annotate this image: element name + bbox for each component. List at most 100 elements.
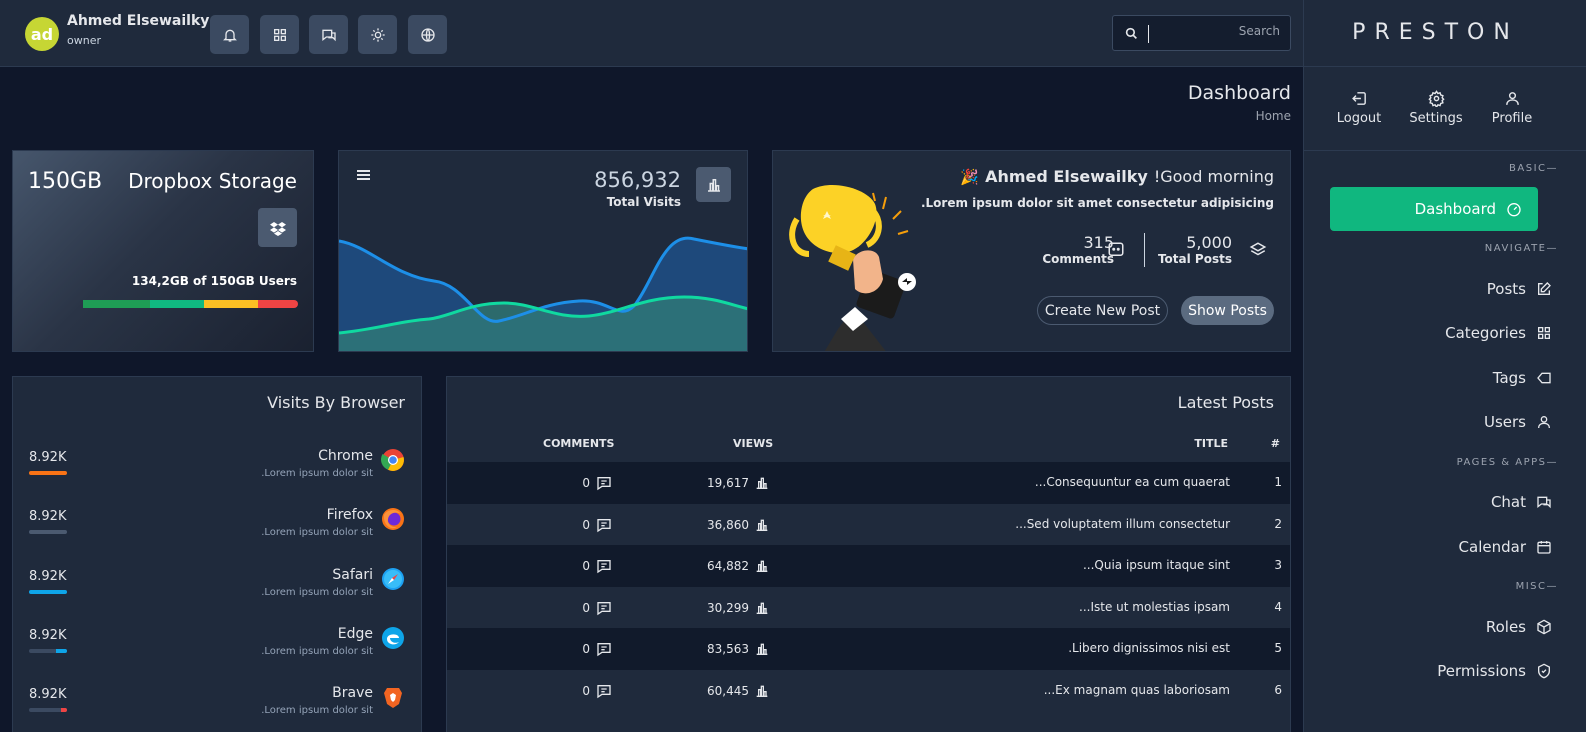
table-row[interactable]: 0 19,617 ...Consequuntur ea cum quaerat 1 <box>447 462 1290 504</box>
table-row[interactable]: 0 64,882 ...Quia ipsum itaque sint 3 <box>447 545 1290 587</box>
table-row[interactable]: 0 83,563 .Libero dignissimos nisi est 5 <box>447 628 1290 670</box>
dropbox-button[interactable] <box>258 208 297 247</box>
sidebar-item-label: Chat <box>1490 493 1526 511</box>
bar-chart-icon <box>756 477 768 489</box>
sidebar-item-dashboard[interactable]: Dashboard <box>1330 187 1538 231</box>
user-icon <box>1538 416 1550 429</box>
layers-icon <box>1249 242 1267 256</box>
browser-progress <box>29 649 67 653</box>
sidebar-item-tags[interactable]: Tags <box>1493 369 1552 387</box>
sidebar-item-roles[interactable]: Roles <box>1486 618 1552 636</box>
browser-desc: .Lorem ipsum dolor sit <box>261 705 373 716</box>
sidebar-item-label: Tags <box>1492 369 1526 387</box>
search-input[interactable] <box>1160 24 1280 38</box>
views-count: 83,563 <box>707 642 749 656</box>
browser-row-safari: 8.92K Safari .Lorem ipsum dolor sit <box>13 567 421 619</box>
globe-icon <box>420 27 435 42</box>
browser-name: Brave <box>332 685 373 701</box>
profile-button[interactable]: Profile <box>1472 90 1552 126</box>
page-title: Dashboard <box>1187 82 1291 104</box>
party-icon: 🎉 <box>960 167 980 186</box>
post-title[interactable]: ...Quia ipsum itaque sint <box>1083 558 1230 572</box>
browser-name: Safari <box>332 567 373 583</box>
table-row[interactable]: 0 36,860 ...Sed voluptatem illum consectet… <box>447 503 1290 546</box>
show-posts-button[interactable]: Show Posts <box>1181 296 1274 325</box>
messages-button[interactable] <box>309 15 348 54</box>
apps-button[interactable] <box>260 15 299 54</box>
settings-button[interactable]: Settings <box>1396 90 1476 126</box>
bar-chart-icon <box>756 560 768 572</box>
dashboard-icon <box>1507 203 1521 217</box>
cube-icon <box>1537 619 1551 635</box>
greeting: 🎉 Ahmed Elsewailky !Good morning <box>960 167 1274 186</box>
column-header-views[interactable]: VIEWS <box>733 437 773 450</box>
total-visits-value: 856,932 <box>594 168 681 192</box>
sun-icon <box>370 27 385 42</box>
chat-icon <box>1537 496 1551 509</box>
sidebar-item-categories[interactable]: Categories <box>1445 324 1552 342</box>
latest-posts-title: Latest Posts <box>1177 393 1274 412</box>
calendar-icon <box>1537 541 1551 554</box>
table-row[interactable]: 0 60,445 ...Ex magnam quas laboriosam 6 <box>447 669 1290 712</box>
browser-value: 8.92K <box>29 628 67 643</box>
sidebar-item-chat[interactable]: Chat <box>1491 493 1552 511</box>
post-title[interactable]: ...Ex magnam quas laboriosam <box>1044 683 1230 697</box>
column-header-comments[interactable]: COMMENTS <box>543 437 614 450</box>
total-visits-label: Total Visits <box>606 195 681 209</box>
welcome-subtitle: .Lorem ipsum dolor sit amet consectetur … <box>920 196 1274 210</box>
create-new-post-button[interactable]: Create New Post <box>1037 296 1168 325</box>
brand-logo[interactable]: PRESTON <box>1304 20 1567 45</box>
logout-button[interactable]: Logout <box>1319 90 1399 126</box>
chart-button[interactable] <box>696 167 731 202</box>
column-header-title[interactable]: TITLE <box>1194 437 1228 450</box>
menu-icon[interactable] <box>357 169 371 181</box>
post-number: 3 <box>1274 558 1282 572</box>
post-title[interactable]: .Libero dignissimos nisi est <box>1068 641 1230 655</box>
browser-value: 8.92K <box>29 569 67 584</box>
theme-toggle-button[interactable] <box>358 15 397 54</box>
sidebar-divider <box>1304 150 1586 151</box>
language-button[interactable] <box>408 15 447 54</box>
browser-visits-card: Visits By Browser 8.92K Chrome .Lorem ip… <box>12 376 422 732</box>
user-name: Ahmed Elsewailky <box>67 13 210 29</box>
edge-icon <box>382 627 404 649</box>
sidebar: PRESTON Logout Settings Profile BASIC— N… <box>1303 0 1586 732</box>
total-posts-stat: 5,000 Total Posts <box>1158 233 1232 266</box>
post-title[interactable]: ...Consequuntur ea cum quaerat <box>1035 475 1230 489</box>
bell-icon <box>222 29 237 42</box>
firefox-icon <box>382 508 404 530</box>
visits-area-chart <box>339 236 747 351</box>
browser-value: 8.92K <box>29 509 67 524</box>
column-header-number[interactable]: # <box>1271 437 1280 450</box>
browser-row-edge: 8.92K Edge .Lorem ipsum dolor sit <box>13 626 421 678</box>
sidebar-item-calendar[interactable]: Calendar <box>1459 538 1552 556</box>
browser-desc: .Lorem ipsum dolor sit <box>261 468 373 479</box>
views-count: 30,299 <box>707 600 749 615</box>
post-title[interactable]: ...Sed voluptatem illum consectetur <box>1015 517 1230 531</box>
sidebar-divider <box>1304 66 1586 67</box>
logout-label: Logout <box>1336 111 1382 126</box>
sidebar-item-users[interactable]: Users <box>1484 413 1552 431</box>
views-count: 36,860 <box>707 517 749 532</box>
edit-icon <box>1538 282 1551 295</box>
browser-name: Firefox <box>326 507 373 523</box>
sidebar-item-posts[interactable]: Posts <box>1487 280 1552 298</box>
breadcrumb[interactable]: Home <box>1256 109 1291 123</box>
post-title[interactable]: ...Iste ut molestias ipsam <box>1079 600 1230 614</box>
browser-visits-title: Visits By Browser <box>267 393 405 412</box>
logout-icon <box>1351 92 1366 105</box>
storage-bar-segment <box>83 300 150 308</box>
tag-icon <box>1537 372 1551 384</box>
sidebar-item-permissions[interactable]: Permissions <box>1437 662 1552 680</box>
section-label-basic: BASIC— <box>1509 163 1558 174</box>
browser-value: 8.92K <box>29 450 67 465</box>
browser-desc: .Lorem ipsum dolor sit <box>261 527 373 538</box>
search-box[interactable] <box>1112 15 1291 51</box>
notifications-button[interactable] <box>210 15 249 54</box>
visits-card: 856,932 Total Visits <box>338 150 748 352</box>
search-icon <box>1125 27 1137 39</box>
browser-progress <box>29 590 67 594</box>
avatar[interactable]: ad <box>25 17 59 51</box>
welcome-card: 🎉 Ahmed Elsewailky !Good morning .Lorem … <box>772 150 1291 352</box>
table-row[interactable]: 0 30,299 ...Iste ut molestias ipsam 4 <box>447 586 1290 629</box>
